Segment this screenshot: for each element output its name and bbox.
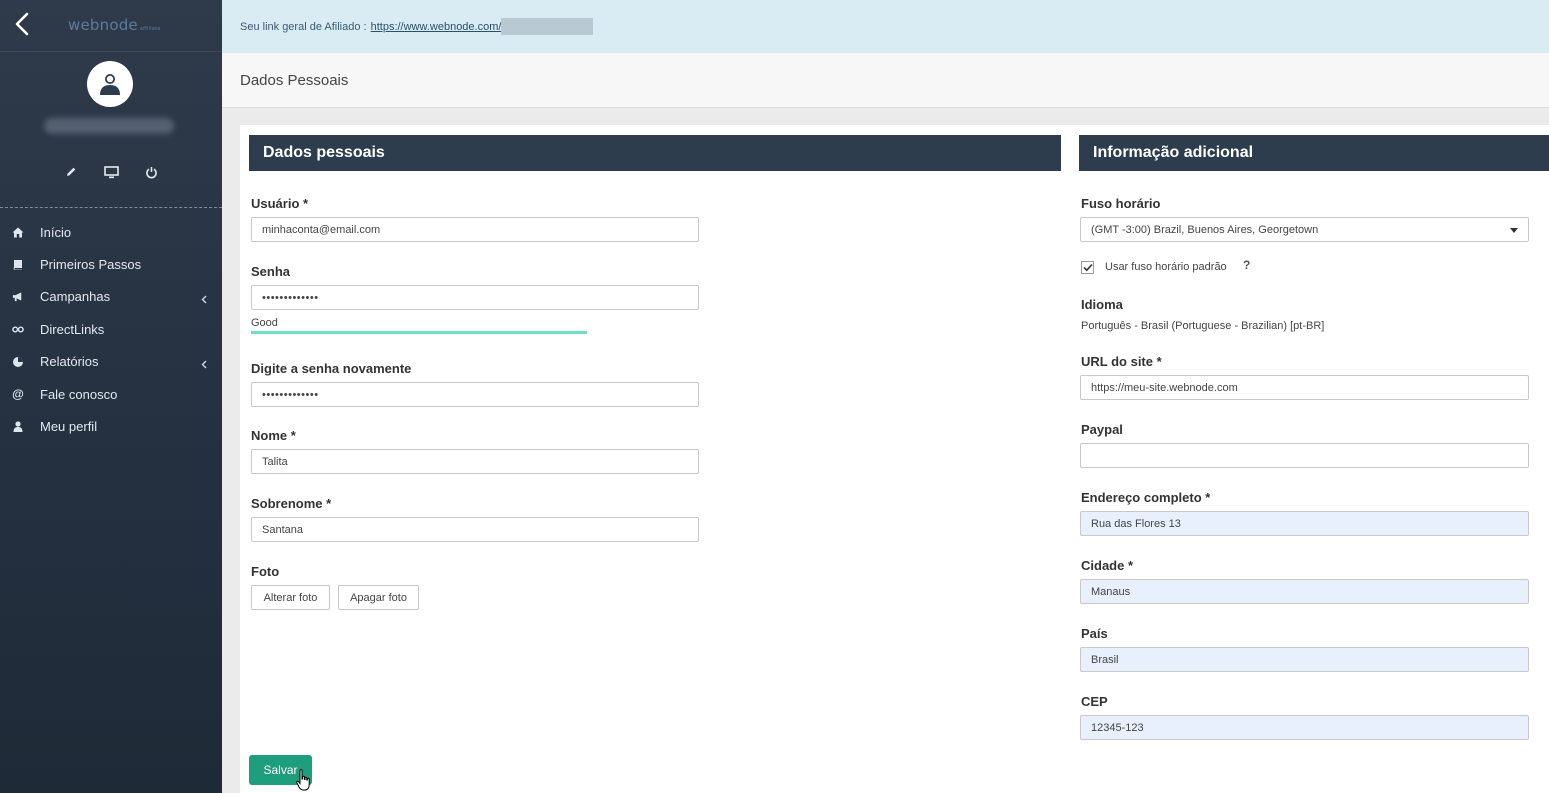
monitor-icon[interactable] <box>103 163 119 181</box>
zip-label: CEP <box>1081 694 1108 709</box>
paypal-label: Paypal <box>1081 422 1123 437</box>
caret-down-icon <box>1510 228 1518 233</box>
timezone-select[interactable]: (GMT -3:00) Brazil, Buenos Aires, George… <box>1080 217 1529 242</box>
password-confirm-input[interactable]: ••••••••••••• <box>251 382 699 407</box>
checkmark-icon <box>1082 263 1093 272</box>
password-input[interactable]: ••••••••••••• <box>251 285 699 310</box>
password-strength-text: Good <box>251 317 278 329</box>
sidebar-item-label: Início <box>40 224 72 240</box>
affiliate-link-label: Seu link geral de Afiliado : <box>240 20 367 33</box>
help-question-icon[interactable]: ? <box>1243 258 1250 272</box>
timezone-label: Fuso horário <box>1081 196 1161 211</box>
sidebar-nav: Início Primeiros Passos Campanhas Direct… <box>0 216 222 443</box>
address-input[interactable]: Rua das Flores 13 <box>1080 511 1529 536</box>
username-input[interactable]: minhaconta@email.com <box>251 217 699 242</box>
sidebar-divider <box>0 207 222 208</box>
sidebar-item-campanhas[interactable]: Campanhas <box>0 281 222 313</box>
link-icon <box>12 323 24 335</box>
at-icon: @ <box>12 387 24 402</box>
hand-cursor-icon <box>296 769 313 793</box>
username-redacted <box>44 118 174 134</box>
sidebar-item-label: Primeiros Passos <box>40 257 142 273</box>
sidebar-item-label: Campanhas <box>40 289 111 305</box>
country-input[interactable]: Brasil <box>1080 647 1529 672</box>
affiliate-link-redacted <box>501 18 594 35</box>
city-label: Cidade * <box>1081 558 1134 573</box>
affiliate-link-banner: Seu link geral de Afiliado : https://www… <box>222 0 1549 53</box>
chevron-left-icon <box>201 357 207 372</box>
password-label: Senha <box>251 264 291 279</box>
timezone-selected-value: (GMT -3:00) Brazil, Buenos Aires, George… <box>1091 223 1319 236</box>
site-url-input[interactable]: https://meu-site.webnode.com <box>1080 375 1529 400</box>
edit-pencil-icon[interactable] <box>63 163 79 181</box>
sidebar: webnode affiliate Início Primeiros Passos <box>0 0 222 793</box>
book-icon <box>12 259 24 271</box>
paypal-input[interactable] <box>1080 443 1529 468</box>
sidebar-header: webnode affiliate <box>0 0 222 52</box>
sidebar-actions <box>0 163 222 181</box>
chevron-left-icon <box>201 292 207 307</box>
additional-info-header: Informação adicional <box>1079 135 1549 171</box>
first-name-input[interactable]: Talita <box>251 449 699 474</box>
sidebar-item-primeiros-passos[interactable]: Primeiros Passos <box>0 248 222 280</box>
logo: webnode affiliate <box>68 16 161 34</box>
first-name-label: Nome * <box>251 428 296 443</box>
affiliate-link[interactable]: https://www.webnode.com/ <box>371 21 502 33</box>
sidebar-item-label: Relatórios <box>40 354 99 370</box>
last-name-input[interactable]: Santana <box>251 517 699 542</box>
password-strength-bar <box>251 331 587 334</box>
sidebar-item-relatorios[interactable]: Relatórios <box>0 346 222 378</box>
default-timezone-label: Usar fuso horário padrão <box>1105 261 1227 273</box>
page-title: Dados Pessoais <box>222 53 1549 108</box>
sidebar-item-meu-perfil[interactable]: Meu perfil <box>0 410 222 442</box>
megaphone-icon <box>12 291 24 303</box>
home-icon <box>12 226 24 238</box>
delete-photo-button[interactable]: Apagar foto <box>338 585 419 610</box>
change-photo-button[interactable]: Alterar foto <box>251 585 330 610</box>
pie-chart-icon <box>12 356 24 368</box>
zip-input[interactable]: 12345-123 <box>1080 715 1529 740</box>
photo-label: Foto <box>251 564 280 579</box>
country-label: País <box>1081 626 1108 641</box>
avatar[interactable] <box>87 61 133 107</box>
user-avatar-icon <box>100 74 120 95</box>
sidebar-item-label: DirectLinks <box>40 321 105 337</box>
logo-subtext: affiliate <box>139 26 161 32</box>
sidebar-item-fale-conosco[interactable]: @ Fale conosco <box>0 378 222 410</box>
user-icon <box>12 421 24 433</box>
username-label: Usuário * <box>251 196 309 211</box>
last-name-label: Sobrenome * <box>251 496 332 511</box>
power-icon[interactable] <box>143 163 159 181</box>
sidebar-item-label: Fale conosco <box>40 386 118 402</box>
sidebar-item-label: Meu perfil <box>40 419 98 435</box>
sidebar-item-directlinks[interactable]: DirectLinks <box>0 313 222 345</box>
language-label: Idioma <box>1081 297 1123 312</box>
city-input[interactable]: Manaus <box>1080 579 1529 604</box>
password-confirm-label: Digite a senha novamente <box>251 361 412 376</box>
back-arrow-icon[interactable] <box>10 10 36 40</box>
default-timezone-checkbox[interactable] <box>1081 261 1094 274</box>
sidebar-item-inicio[interactable]: Início <box>0 216 222 248</box>
personal-data-header: Dados pessoais <box>249 135 1061 171</box>
logo-text: webnode <box>68 16 138 34</box>
address-label: Endereço completo * <box>1081 490 1211 505</box>
language-value: Português - Brasil (Portuguese - Brazili… <box>1081 320 1325 332</box>
site-url-label: URL do site * <box>1081 354 1162 369</box>
